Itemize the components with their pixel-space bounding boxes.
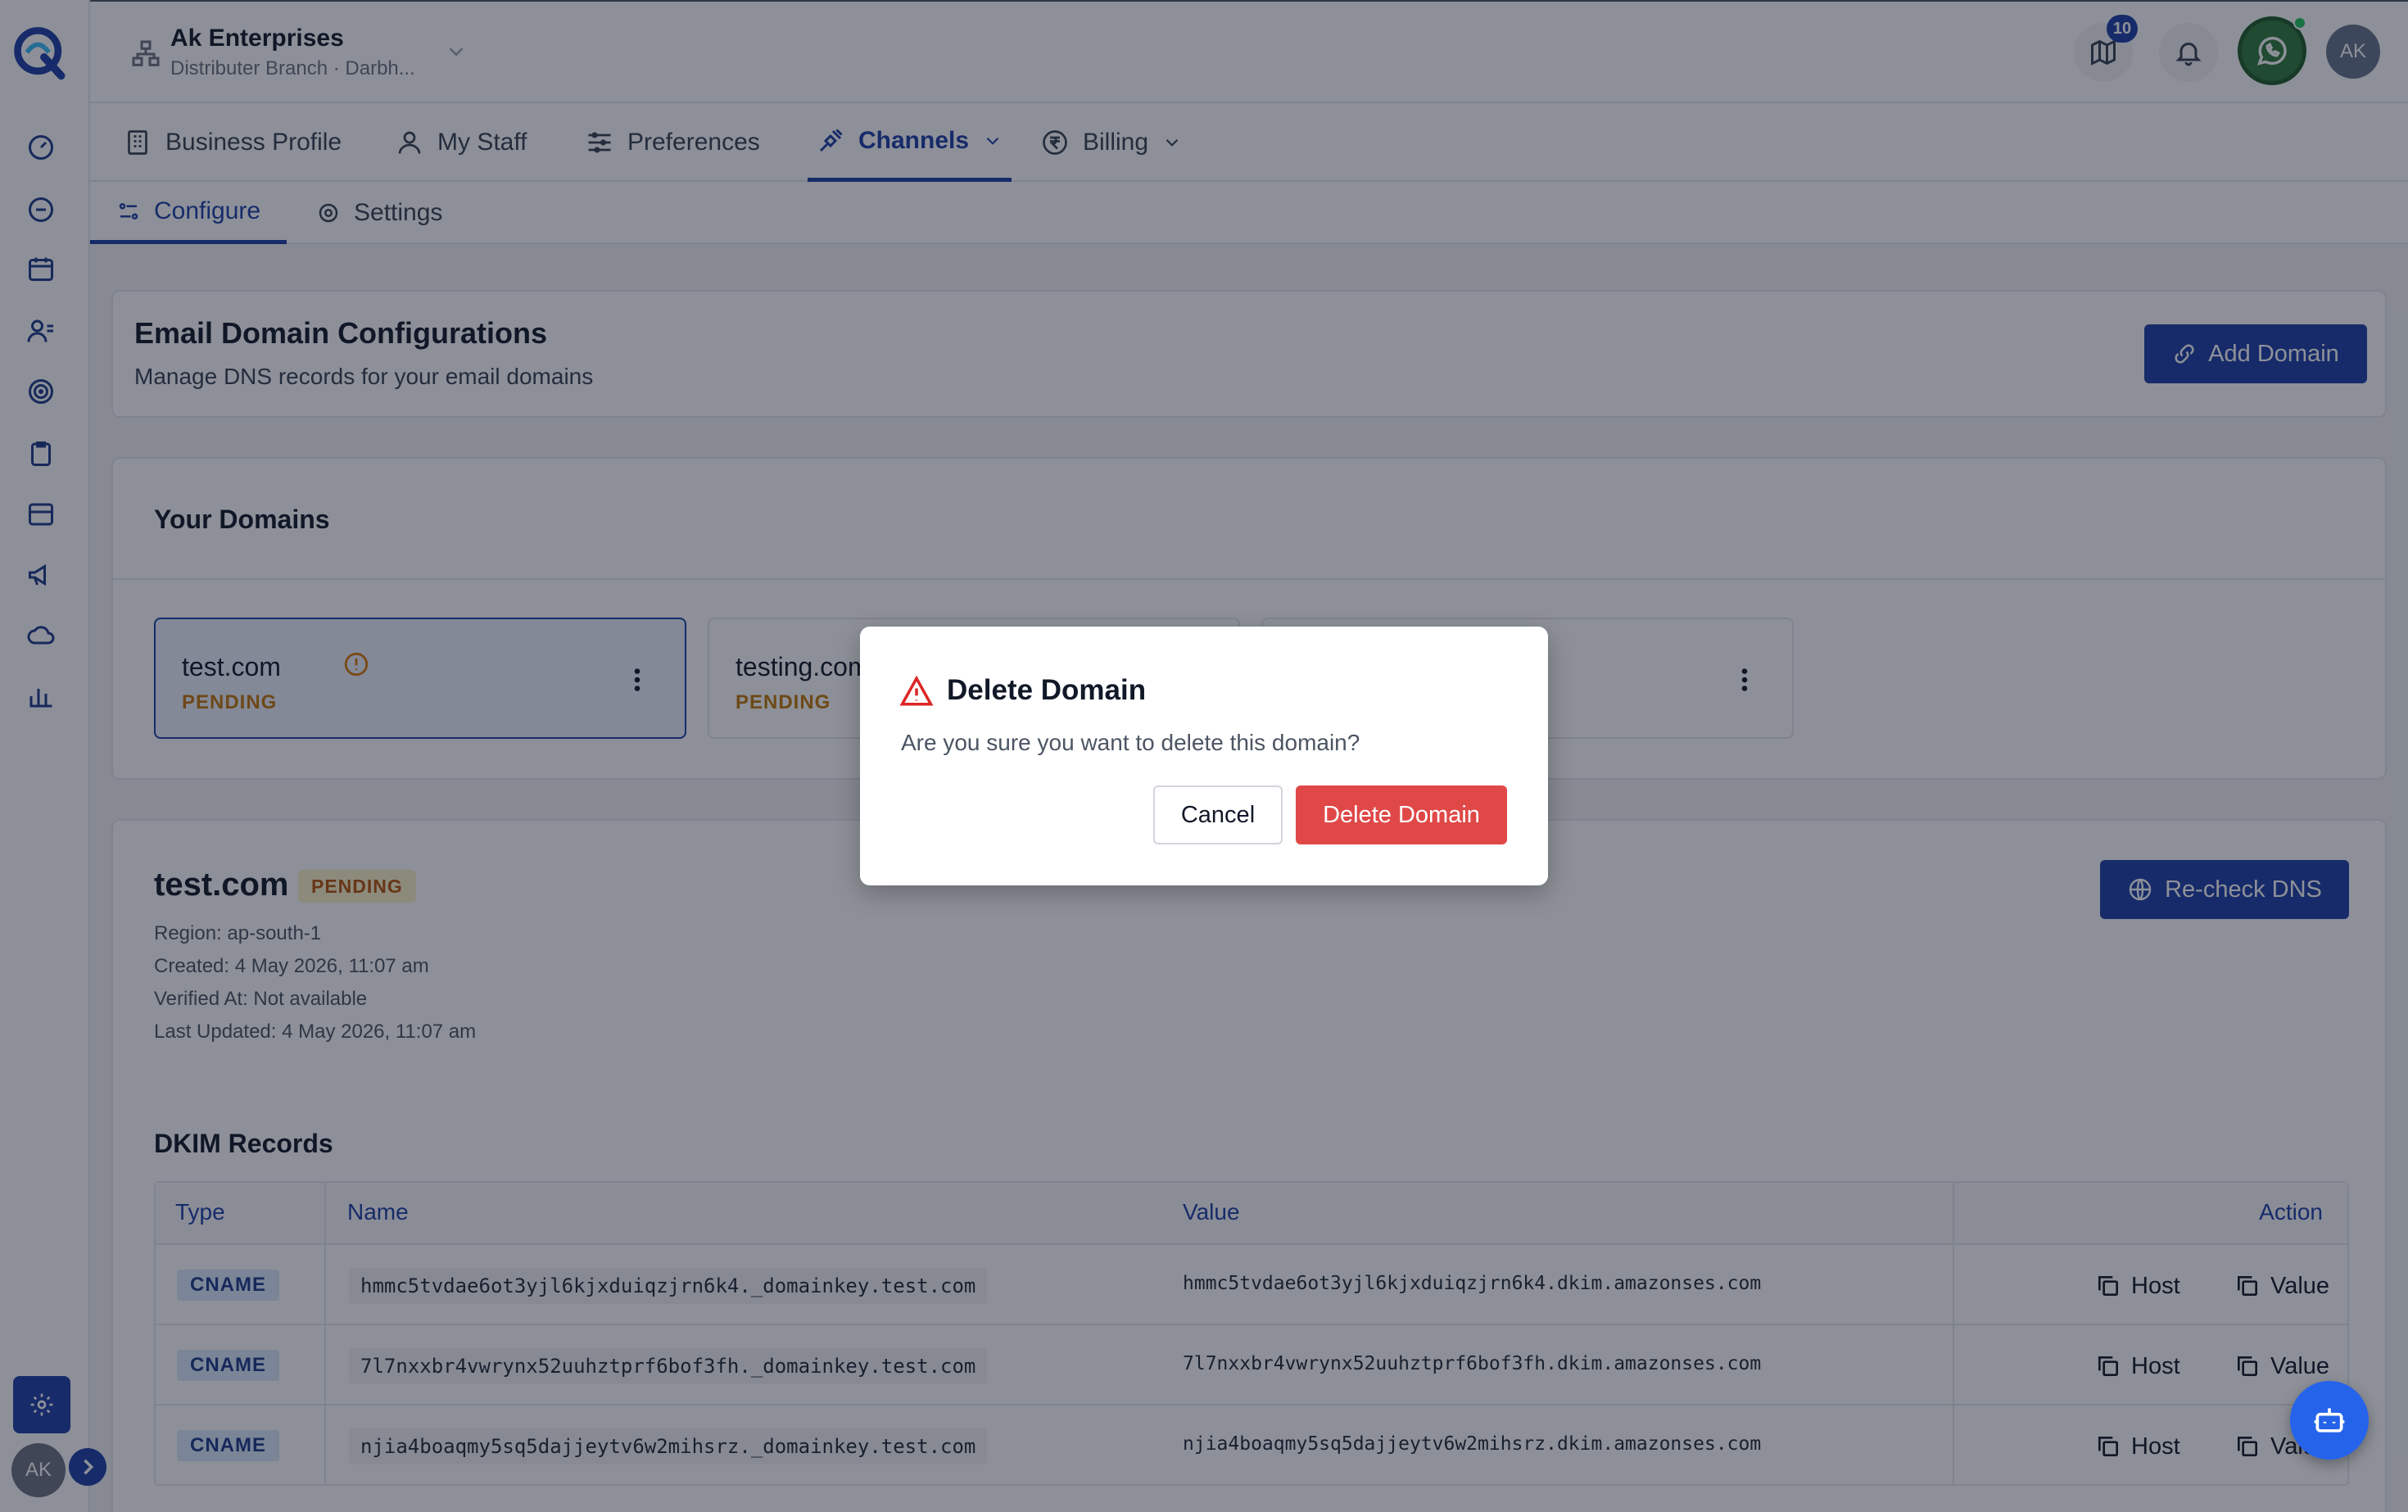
delete-domain-button[interactable]: Delete Domain [1296,785,1507,844]
delete-domain-dialog: Delete Domain Are you sure you want to d… [860,627,1548,885]
robot-icon [2314,1408,2345,1433]
warning-triangle-icon [899,674,934,708]
assistant-bot-button[interactable] [2290,1381,2369,1460]
dialog-title: Delete Domain [947,674,1147,706]
dialog-message: Are you sure you want to delete this dom… [901,730,1360,755]
cancel-button[interactable]: Cancel [1153,785,1283,844]
